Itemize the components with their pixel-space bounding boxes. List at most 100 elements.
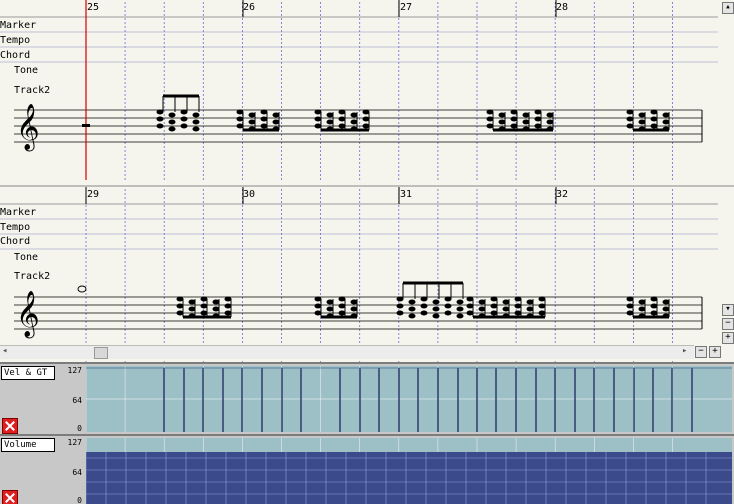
note-head [522,119,530,125]
note-head [260,109,268,115]
note-head [466,310,474,316]
note-head [546,119,554,125]
note-head [466,303,474,309]
note-head [200,296,208,302]
scale-mid: 64 [72,468,82,477]
note-head [260,116,268,122]
note-head [362,116,370,122]
note-head [396,303,404,309]
note-head [650,123,658,129]
note-head [314,123,322,129]
note-head [650,296,658,302]
zoom-out-vertical-button[interactable]: − [722,318,734,330]
score-canvas[interactable]: 𝄞𝄞 [0,0,734,362]
note-head [432,306,440,312]
note-head [168,119,176,125]
note-head [408,313,416,319]
note-head [522,112,530,118]
note-head [650,109,658,115]
measure-number: 29 [87,189,100,200]
controller-name[interactable]: Volume [1,438,55,452]
scroll-up-button[interactable]: ▴ [722,2,734,14]
note-head [510,123,518,129]
note-head [192,126,200,132]
note-head [486,109,494,115]
note-head [526,306,534,312]
note-head [338,123,346,129]
note-head [350,119,358,125]
note-head [200,303,208,309]
note-head [650,303,658,309]
note-head [200,310,208,316]
note-head [498,119,506,125]
score-view[interactable]: 𝄞 𝄞 Marker Tempo Chord Tone Track2 Marker… [0,0,734,362]
zoom-in-horizontal-button[interactable]: + [709,346,721,358]
measure-number: 25 [87,2,100,13]
note-head [490,296,498,302]
note-head [260,123,268,129]
scale-mid: 64 [72,396,82,405]
treble-clef-icon: 𝄞 [16,291,40,339]
treble-clef-icon: 𝄞 [16,104,40,152]
scroll-thumb[interactable] [94,347,108,359]
note-head [326,112,334,118]
measure-number: 26 [243,2,256,13]
note-head [180,123,188,129]
note-head [408,306,416,312]
scale-min: 0 [77,496,82,504]
note-head [362,109,370,115]
note-head [650,310,658,316]
note-head [538,303,546,309]
note-head [314,296,322,302]
note-head [626,296,634,302]
zoom-out-horizontal-button[interactable]: − [695,346,707,358]
note-head [432,313,440,319]
note-head [456,299,464,305]
note-head [168,126,176,132]
note-head [420,303,428,309]
scroll-down-button[interactable]: ▾ [722,304,734,316]
note-head [236,123,244,129]
note-head [188,299,196,305]
note-head [514,310,522,316]
tempo-row-label: Tempo [0,35,31,46]
note-head [486,123,494,129]
tone-label: Tone [14,65,39,76]
chord-row-label: Chord [0,236,31,247]
note-head [514,296,522,302]
note-head [156,109,164,115]
note-head [212,306,220,312]
horizontal-scrollbar[interactable]: ◂ ▸ [0,345,694,359]
note-head [212,299,220,305]
note-head [534,116,542,122]
note-head [534,109,542,115]
note-head [192,112,200,118]
note-head [510,109,518,115]
note-head [490,310,498,316]
note-head [526,299,534,305]
note-head [486,116,494,122]
controller-name[interactable]: Vel & GT [1,366,55,380]
note-head [326,299,334,305]
note-head [224,310,232,316]
note-head [326,306,334,312]
note-head [272,119,280,125]
note-head [626,109,634,115]
close-icon[interactable] [2,490,18,504]
velocity-graph[interactable] [86,366,732,432]
note-head [77,285,87,293]
note-head [478,299,486,305]
note-head [638,306,646,312]
volume-graph[interactable] [86,438,732,504]
scroll-left-arrow[interactable]: ◂ [2,346,7,356]
note-head [626,303,634,309]
note-head [546,112,554,118]
note-head [396,296,404,302]
note-head [466,296,474,302]
close-icon[interactable] [2,418,18,434]
note-head [420,296,428,302]
note-head [236,109,244,115]
scroll-right-arrow[interactable]: ▸ [682,346,687,356]
zoom-in-vertical-button[interactable]: + [722,332,734,344]
marker-row-label: Marker [0,20,37,31]
